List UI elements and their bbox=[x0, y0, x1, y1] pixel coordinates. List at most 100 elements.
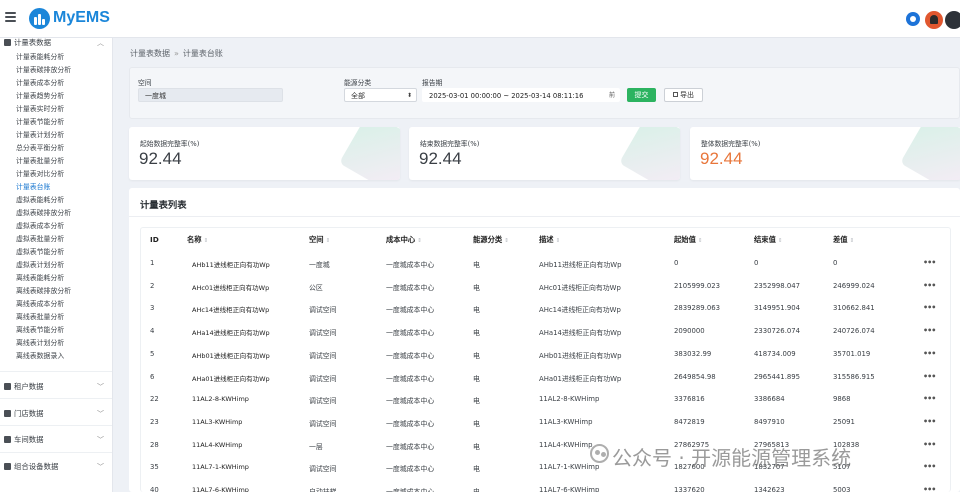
sort-icon[interactable]: ⇕ bbox=[778, 238, 783, 244]
row-actions-menu-icon[interactable]: ••• bbox=[923, 258, 936, 267]
sidebar-item[interactable]: 总分表平衡分析 bbox=[16, 142, 64, 154]
breadcrumb-separator: » bbox=[174, 49, 179, 58]
sidebar-item[interactable]: 计量表实时分析 bbox=[16, 103, 64, 115]
sidebar-item[interactable]: 虚拟表能耗分析 bbox=[16, 194, 64, 206]
sidebar-group-tenant-data[interactable]: 租户数据 ﹀ bbox=[4, 381, 108, 393]
export-button[interactable]: 导出 bbox=[664, 88, 703, 102]
sidebar-item[interactable]: 虚拟表成本分析 bbox=[16, 220, 64, 232]
sidebar-item[interactable]: 离线表数据录入 bbox=[16, 350, 64, 362]
row-actions-menu-icon[interactable]: ••• bbox=[923, 281, 936, 290]
row-actions-menu-icon[interactable]: ••• bbox=[923, 462, 936, 471]
column-header[interactable]: 差值 ⇕ bbox=[833, 235, 854, 245]
table-cell: 2839289.063 bbox=[674, 304, 721, 313]
sidebar-item[interactable]: 虚拟表计划分析 bbox=[16, 259, 64, 271]
sidebar-item[interactable]: 离线表批量分析 bbox=[16, 311, 64, 323]
table-cell: 电 bbox=[473, 261, 480, 269]
sidebar-item[interactable]: 计量表碳排放分析 bbox=[16, 64, 71, 76]
column-header-label: ID bbox=[150, 235, 159, 244]
table-cell: 电 bbox=[473, 397, 480, 406]
table-cell: 35701.019 bbox=[833, 349, 871, 358]
space-input[interactable]: 一度城 bbox=[138, 88, 283, 102]
table-cell: 一度城成本中心 bbox=[386, 306, 435, 315]
sidebar-item[interactable]: 虚拟表碳排放分析 bbox=[16, 207, 71, 219]
column-header[interactable]: 能源分类 ⇕ bbox=[473, 235, 509, 245]
row-actions-menu-icon[interactable]: ••• bbox=[923, 394, 936, 403]
column-header[interactable]: 名称 ⇕ bbox=[187, 235, 208, 245]
sidebar-item[interactable]: 计量表能耗分析 bbox=[16, 51, 64, 63]
row-actions-menu-icon[interactable]: ••• bbox=[923, 349, 936, 358]
sidebar-group-meter-data[interactable]: 计量表数据 ︿ bbox=[4, 37, 108, 49]
sidebar-item[interactable]: 计量表趋势分析 bbox=[16, 90, 64, 102]
sort-icon[interactable]: ⇕ bbox=[698, 238, 703, 244]
column-header[interactable]: 起始值 ⇕ bbox=[674, 235, 703, 245]
sidebar-item[interactable]: 离线表能耗分析 bbox=[16, 272, 64, 284]
top-navbar: MyEMS bbox=[0, 0, 960, 38]
table-title: 计量表列表 bbox=[140, 200, 187, 211]
sidebar-group-store-data[interactable]: 门店数据 ﹀ bbox=[4, 408, 108, 420]
sort-icon[interactable]: ⇕ bbox=[850, 238, 855, 244]
sidebar-item[interactable]: 计量表节能分析 bbox=[16, 116, 64, 128]
table-cell: 一度城成本中心 bbox=[386, 283, 435, 292]
column-header-label: 结束值 bbox=[754, 235, 776, 244]
column-header[interactable]: 描述 ⇕ bbox=[539, 235, 560, 245]
row-actions-menu-icon[interactable]: ••• bbox=[923, 417, 936, 426]
sidebar-item[interactable]: 离线表节能分析 bbox=[16, 324, 64, 336]
sidebar-item[interactable]: 离线表碳排放分析 bbox=[16, 285, 71, 297]
sidebar-item[interactable]: 计量表计划分析 bbox=[16, 129, 64, 141]
table-cell: 电 bbox=[473, 488, 480, 492]
table-cell: 3 bbox=[150, 304, 155, 313]
sidebar-item[interactable]: 虚拟表批量分析 bbox=[16, 233, 64, 245]
column-header[interactable]: 空间 ⇕ bbox=[309, 235, 330, 245]
table-cell: AHc14进线柜正向有功Wp bbox=[539, 306, 621, 315]
sort-icon[interactable]: ⇕ bbox=[326, 238, 331, 244]
chevron-down-icon: ﹀ bbox=[97, 410, 104, 418]
divider bbox=[0, 371, 112, 372]
table-cell: 2649854.98 bbox=[674, 372, 716, 381]
sidebar-item[interactable]: 虚拟表节能分析 bbox=[16, 246, 64, 258]
table-cell: 11AL7-6-KWHimp bbox=[192, 486, 249, 492]
sidebar-group-workshop-data[interactable]: 车间数据 ﹀ bbox=[4, 434, 108, 446]
energy-category-select[interactable]: 全部 ⬍ bbox=[344, 88, 417, 102]
menu-toggle-icon[interactable] bbox=[5, 12, 16, 22]
table-cell: AHc01进线柜正向有功Wp bbox=[539, 283, 621, 292]
sidebar-item[interactable]: 离线表成本分析 bbox=[16, 298, 64, 310]
column-header[interactable]: 结束值 ⇕ bbox=[754, 235, 783, 245]
cogs-icon bbox=[4, 463, 11, 470]
table-cell: AHb11进线柜正向有功Wp bbox=[539, 261, 622, 269]
reporting-period-input[interactable]: 2025-03-01 00:00:00 ~ 2025-03-14 08:11:1… bbox=[422, 88, 620, 102]
sidebar-item[interactable]: 计量表成本分析 bbox=[16, 77, 64, 89]
row-actions-menu-icon[interactable]: ••• bbox=[923, 326, 936, 335]
row-actions-menu-icon[interactable]: ••• bbox=[923, 485, 936, 492]
table-cell: 3149951.904 bbox=[754, 304, 801, 313]
sidebar-group-combined-equipment-data[interactable]: 组合设备数据 ﹀ bbox=[4, 461, 108, 473]
table-cell: 一层 bbox=[309, 442, 323, 451]
table-cell: 4 bbox=[150, 327, 155, 336]
table-cell: 调试空间 bbox=[309, 419, 337, 428]
sort-icon[interactable]: ⇕ bbox=[504, 238, 509, 244]
table-cell: 3376816 bbox=[674, 395, 705, 404]
notification-bell-icon[interactable] bbox=[925, 11, 943, 29]
brand-name[interactable]: MyEMS bbox=[53, 9, 110, 27]
column-header[interactable]: ID bbox=[150, 235, 159, 244]
card-decoration bbox=[339, 127, 400, 180]
row-actions-menu-icon[interactable]: ••• bbox=[923, 372, 936, 381]
sort-icon[interactable]: ⇕ bbox=[417, 238, 422, 244]
submit-button[interactable]: 提交 bbox=[627, 88, 656, 102]
table-cell: 一度城成本中心 bbox=[386, 442, 435, 451]
sidebar-item[interactable]: 计量表批量分析 bbox=[16, 155, 64, 167]
sidebar-item[interactable]: 计量表对比分析 bbox=[16, 168, 64, 180]
row-actions-menu-icon[interactable]: ••• bbox=[923, 303, 936, 312]
table-cell: AHc01进线柜正向有功Wp bbox=[192, 283, 270, 292]
table-cell: 2330726.074 bbox=[754, 327, 801, 336]
sort-icon[interactable]: ⇕ bbox=[204, 238, 209, 244]
settings-gear-icon[interactable] bbox=[906, 12, 920, 26]
row-actions-menu-icon[interactable]: ••• bbox=[923, 440, 936, 449]
sidebar-item[interactable]: 离线表计划分析 bbox=[16, 337, 64, 349]
sidebar-item[interactable]: 计量表台账 bbox=[16, 181, 50, 193]
column-header[interactable]: 成本中心 ⇕ bbox=[386, 235, 422, 245]
sort-icon[interactable]: ⇕ bbox=[556, 238, 561, 244]
table-cell: 一度城成本中心 bbox=[386, 351, 435, 360]
user-avatar[interactable] bbox=[945, 11, 960, 29]
breadcrumb-parent[interactable]: 计量表数据 bbox=[130, 49, 170, 58]
table-cell: 调试空间 bbox=[309, 329, 337, 338]
